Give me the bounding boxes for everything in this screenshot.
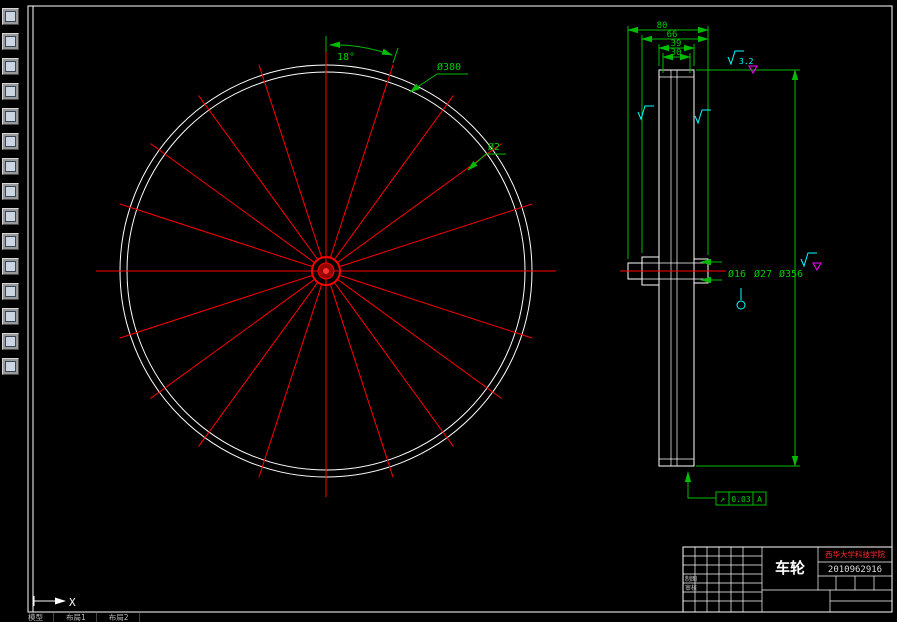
wheel-spoke xyxy=(198,282,318,447)
angle-dim-label: 18° xyxy=(337,52,355,63)
roughness-icon xyxy=(694,109,711,125)
wheel-spoke xyxy=(198,95,318,260)
side-view-geometry xyxy=(627,69,709,467)
tool-glyph-icon xyxy=(5,261,16,272)
tool-glyph-icon xyxy=(5,311,16,322)
cad-tool-icon-8[interactable] xyxy=(2,183,19,200)
roughness-icon xyxy=(800,252,817,268)
tool-glyph-icon xyxy=(5,111,16,122)
cad-tool-icon-12[interactable] xyxy=(2,283,19,300)
cad-tool-icon-15[interactable] xyxy=(2,358,19,375)
width-dim-30: 30 xyxy=(671,48,682,58)
wheel-spoke xyxy=(330,64,394,257)
organization-name: 西华大学科技学院 xyxy=(825,549,885,559)
tool-glyph-icon xyxy=(5,336,16,347)
ucs-x-label: X xyxy=(69,596,76,609)
tool-glyph-icon xyxy=(5,211,16,222)
cad-tool-icon-1[interactable] xyxy=(2,8,19,25)
spoke-diameter-dimension: Ø2 xyxy=(467,141,506,171)
wheel-spoke xyxy=(150,143,315,263)
tool-glyph-icon xyxy=(5,161,16,172)
sheet-border xyxy=(27,5,893,613)
wheel-spoke xyxy=(340,275,533,339)
cad-tool-icon-14[interactable] xyxy=(2,333,19,350)
roughness-icon xyxy=(637,105,654,121)
drawing-canvas[interactable]: 18° Ø380 Ø2 80 66 39 30 Ø16 Ø27 Ø356 3.2… xyxy=(0,0,897,622)
title-block-left-grid: 制图 审核 xyxy=(683,547,762,612)
cad-tool-icon-10[interactable] xyxy=(2,233,19,250)
tolerance-frame: ↗ 0.03 A xyxy=(684,471,767,506)
wheel-spoke xyxy=(334,282,454,447)
cad-tool-icon-2[interactable] xyxy=(2,33,19,50)
tool-glyph-icon xyxy=(5,361,16,372)
cad-tool-icon-4[interactable] xyxy=(2,83,19,100)
tool-glyph-icon xyxy=(5,36,16,47)
tool-glyph-icon xyxy=(5,61,16,72)
roughness-value-label: 3.2 xyxy=(739,57,754,66)
angle-dimension: 18° xyxy=(325,36,399,64)
wheel-spoke xyxy=(258,64,322,257)
width-dimension-chain: 80 66 39 30 xyxy=(627,21,709,259)
cad-tool-icon-11[interactable] xyxy=(2,258,19,275)
cad-tool-icon-3[interactable] xyxy=(2,58,19,75)
wheel-front-view: 18° Ø380 Ø2 xyxy=(96,36,556,497)
drawing-number: 2010962916 xyxy=(828,565,882,575)
wheel-spoke xyxy=(330,285,394,478)
cad-tool-icon-7[interactable] xyxy=(2,158,19,175)
wheel-spoke xyxy=(258,285,322,478)
diameter-dimensions: Ø16 Ø27 Ø356 xyxy=(696,69,803,467)
diameter-dim-16: Ø16 xyxy=(728,268,746,280)
spoke-diameter-label: Ø2 xyxy=(488,141,500,153)
wheel-side-view: 80 66 39 30 Ø16 Ø27 Ø356 3.2 ↗ 0.03 A xyxy=(620,21,822,506)
tab-model[interactable]: 模型 xyxy=(28,613,54,622)
ucs-icon: X xyxy=(33,596,76,609)
datum-circle-icon xyxy=(736,300,746,310)
part-name: 车轮 xyxy=(775,559,805,577)
tolerance-symbol: ↗ xyxy=(720,495,725,505)
wheel-spoke xyxy=(119,275,312,339)
wheel-spoke xyxy=(340,203,533,267)
tolerance-value: 0.03 xyxy=(731,495,750,504)
tool-glyph-icon xyxy=(5,186,16,197)
cad-tool-icon-6[interactable] xyxy=(2,133,19,150)
wheel-spoke xyxy=(150,279,315,399)
cad-tool-icon-5[interactable] xyxy=(2,108,19,125)
title-block: 制图 审核 车轮 西华大学科技学院 2010962916 xyxy=(682,546,893,613)
diameter-dim-27: Ø27 xyxy=(754,268,772,280)
field-label-check: 审核 xyxy=(685,584,697,592)
finish-triangle-icon xyxy=(812,262,822,272)
field-label-draft: 制图 xyxy=(685,575,697,583)
wheel-spoke xyxy=(334,95,454,260)
cad-tool-icon-13[interactable] xyxy=(2,308,19,325)
tab-layout1[interactable]: 布局1 xyxy=(66,613,97,622)
tool-glyph-icon xyxy=(5,136,16,147)
wheel-spoke xyxy=(337,279,502,399)
cad-tool-icon-9[interactable] xyxy=(2,208,19,225)
tool-glyph-icon xyxy=(5,11,16,22)
tolerance-datum: A xyxy=(757,495,762,504)
tool-glyph-icon xyxy=(5,286,16,297)
tool-glyph-icon xyxy=(5,86,16,97)
diameter-dim-356: Ø356 xyxy=(779,268,803,280)
wheel-spoke xyxy=(119,203,312,267)
tab-layout2[interactable]: 布局2 xyxy=(109,613,140,622)
layout-tab-bar: 模型 布局1 布局2 xyxy=(28,613,140,622)
diameter-380-label: Ø380 xyxy=(437,61,461,73)
left-toolbar xyxy=(2,8,22,375)
tool-glyph-icon xyxy=(5,236,16,247)
